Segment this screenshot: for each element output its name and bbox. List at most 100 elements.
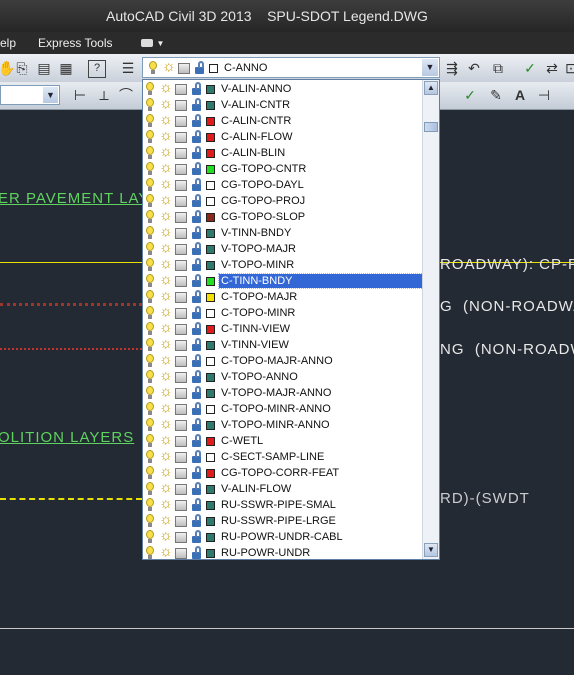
sun-thaw-icon[interactable] [159, 431, 173, 448]
viewport-freeze-icon[interactable] [175, 147, 187, 159]
color-swatch[interactable] [206, 324, 215, 334]
layer-list-item[interactable]: C-TINN-BNDY [143, 271, 424, 289]
calculator-icon[interactable]: ▦ [58, 60, 74, 76]
layer-list-item[interactable]: CG-TOPO-PROJ [143, 191, 423, 209]
unlock-icon[interactable] [190, 434, 204, 448]
sun-thaw-icon[interactable] [159, 527, 173, 544]
color-swatch[interactable] [206, 500, 215, 510]
viewport-freeze-icon[interactable] [175, 547, 187, 559]
lightbulb-on-icon[interactable] [143, 450, 157, 464]
sun-thaw-icon[interactable] [159, 383, 173, 400]
viewport-freeze-icon[interactable] [175, 515, 187, 527]
layer-list-item[interactable]: C-WETL [143, 431, 423, 449]
unlock-icon[interactable] [190, 514, 204, 528]
layer-list-item[interactable]: V-TOPO-MAJR-ANNO [143, 383, 423, 401]
layer-list-item[interactable]: CG-TOPO-CORR-FEAT [143, 463, 423, 481]
scroll-down-arrow-icon[interactable]: ▼ [424, 543, 438, 557]
layer-list-item[interactable]: V-TOPO-MAJR [143, 239, 423, 257]
color-swatch[interactable] [206, 308, 215, 318]
color-swatch[interactable] [206, 180, 215, 190]
sun-thaw-icon[interactable] [159, 511, 173, 528]
color-swatch[interactable] [206, 372, 215, 382]
sun-thaw-icon[interactable] [159, 207, 173, 224]
color-swatch[interactable] [206, 420, 215, 430]
layer-list-item[interactable]: RU-SSWR-PIPE-LRGE [143, 511, 423, 529]
layer-list-item[interactable]: RU-POWR-UNDR [143, 543, 423, 559]
layer-states-icon[interactable]: ▤ [36, 60, 52, 76]
color-swatch[interactable] [206, 548, 215, 558]
viewport-freeze-icon[interactable] [175, 179, 187, 191]
lightbulb-on-icon[interactable] [143, 530, 157, 544]
layer-list-item[interactable]: RU-SSWR-PIPE-SMAL [143, 495, 423, 513]
sun-thaw-icon[interactable] [159, 111, 173, 128]
layer-list-item[interactable]: C-SECT-SAMP-LINE [143, 447, 423, 465]
lightbulb-on-icon[interactable] [143, 434, 157, 448]
lightbulb-on-icon[interactable] [143, 242, 157, 256]
layer-list-item[interactable]: C-TOPO-MAJR-ANNO [143, 351, 423, 369]
color-swatch[interactable] [206, 100, 215, 110]
layer-list-item[interactable]: V-ALIN-CNTR [143, 95, 423, 113]
lightbulb-on-icon[interactable] [143, 114, 157, 128]
scrollbar[interactable]: ▲ ▼ [422, 80, 439, 559]
layer-list-item[interactable]: RU-POWR-UNDR-CABL [143, 527, 423, 545]
viewport-freeze-icon[interactable] [175, 307, 187, 319]
workspace-dropdown[interactable]: ▼ [140, 39, 164, 48]
lightbulb-on-icon[interactable] [143, 290, 157, 304]
color-swatch[interactable] [206, 404, 215, 414]
unlock-icon[interactable] [190, 354, 204, 368]
lightbulb-on-icon[interactable] [143, 210, 157, 224]
layer-dropdown-list[interactable]: V-ALIN-ANNO V-ALIN-CNTR C-ALIN-CNTR C-ALIN-… [142, 79, 440, 560]
lightbulb-on-icon[interactable] [143, 386, 157, 400]
unlock-icon[interactable] [190, 210, 204, 224]
dimstyle-combo[interactable]: ▼ [0, 85, 60, 105]
lightbulb-on-icon[interactable] [143, 370, 157, 384]
unlock-icon[interactable] [190, 114, 204, 128]
viewport-freeze-icon[interactable] [175, 451, 187, 463]
unlock-icon[interactable] [190, 162, 204, 176]
layer-combo[interactable]: C-ANNO ▼ [142, 57, 440, 78]
unlock-icon[interactable] [190, 418, 204, 432]
layer-previous-icon[interactable]: ↶ [466, 60, 482, 76]
sun-thaw-icon[interactable] [159, 399, 173, 416]
layer-list-item[interactable]: C-ALIN-FLOW [143, 127, 423, 145]
viewport-freeze-icon[interactable] [175, 291, 187, 303]
color-swatch[interactable] [206, 468, 215, 478]
lightbulb-on-icon[interactable] [143, 418, 157, 432]
viewport-freeze-icon[interactable] [175, 259, 187, 271]
lightbulb-on-icon[interactable] [143, 258, 157, 272]
layer-list-item[interactable]: C-TOPO-MINR-ANNO [143, 399, 423, 417]
layer-list-item[interactable]: V-TINN-BNDY [143, 223, 423, 241]
viewport-freeze-icon[interactable] [175, 275, 187, 287]
lightbulb-on-icon[interactable] [143, 498, 157, 512]
unlock-icon[interactable] [190, 290, 204, 304]
unlock-icon[interactable] [190, 338, 204, 352]
sun-thaw-icon[interactable] [159, 415, 173, 432]
lightbulb-on-icon[interactable] [143, 130, 157, 144]
layer-iso-icon[interactable]: ⧉ [490, 60, 506, 76]
viewport-freeze-icon[interactable] [175, 419, 187, 431]
dim-text-icon[interactable]: A [512, 87, 528, 103]
layer-list-item[interactable]: V-TOPO-MINR [143, 255, 423, 273]
layer-list-item[interactable]: C-TINN-VIEW [143, 319, 423, 337]
sun-thaw-icon[interactable] [159, 175, 173, 192]
unlock-icon[interactable] [190, 450, 204, 464]
viewport-freeze-icon[interactable] [175, 227, 187, 239]
lightbulb-on-icon[interactable] [143, 226, 157, 240]
dim-check-icon[interactable]: ✓ [462, 87, 478, 103]
sun-thaw-icon[interactable] [159, 447, 173, 464]
lightbulb-on-icon[interactable] [143, 338, 157, 352]
dim-update-icon[interactable]: ⊣ [536, 87, 552, 103]
unlock-icon[interactable] [190, 386, 204, 400]
viewport-freeze-icon[interactable] [175, 531, 187, 543]
layer-list-item[interactable]: V-ALIN-FLOW [143, 479, 423, 497]
color-swatch[interactable] [206, 228, 215, 238]
sun-thaw-icon[interactable] [159, 95, 173, 112]
help-icon[interactable]: ? [88, 60, 106, 78]
layer-list-item[interactable]: V-TINN-VIEW [143, 335, 423, 353]
linear-dim-icon[interactable]: ⊢ [72, 87, 88, 103]
sun-thaw-icon[interactable] [159, 223, 173, 240]
layer-list-item[interactable]: V-ALIN-ANNO [143, 80, 423, 97]
aligned-dim-icon[interactable]: ⟂ [96, 87, 112, 103]
sun-thaw-icon[interactable] [159, 143, 173, 160]
lightbulb-on-icon[interactable] [143, 98, 157, 112]
